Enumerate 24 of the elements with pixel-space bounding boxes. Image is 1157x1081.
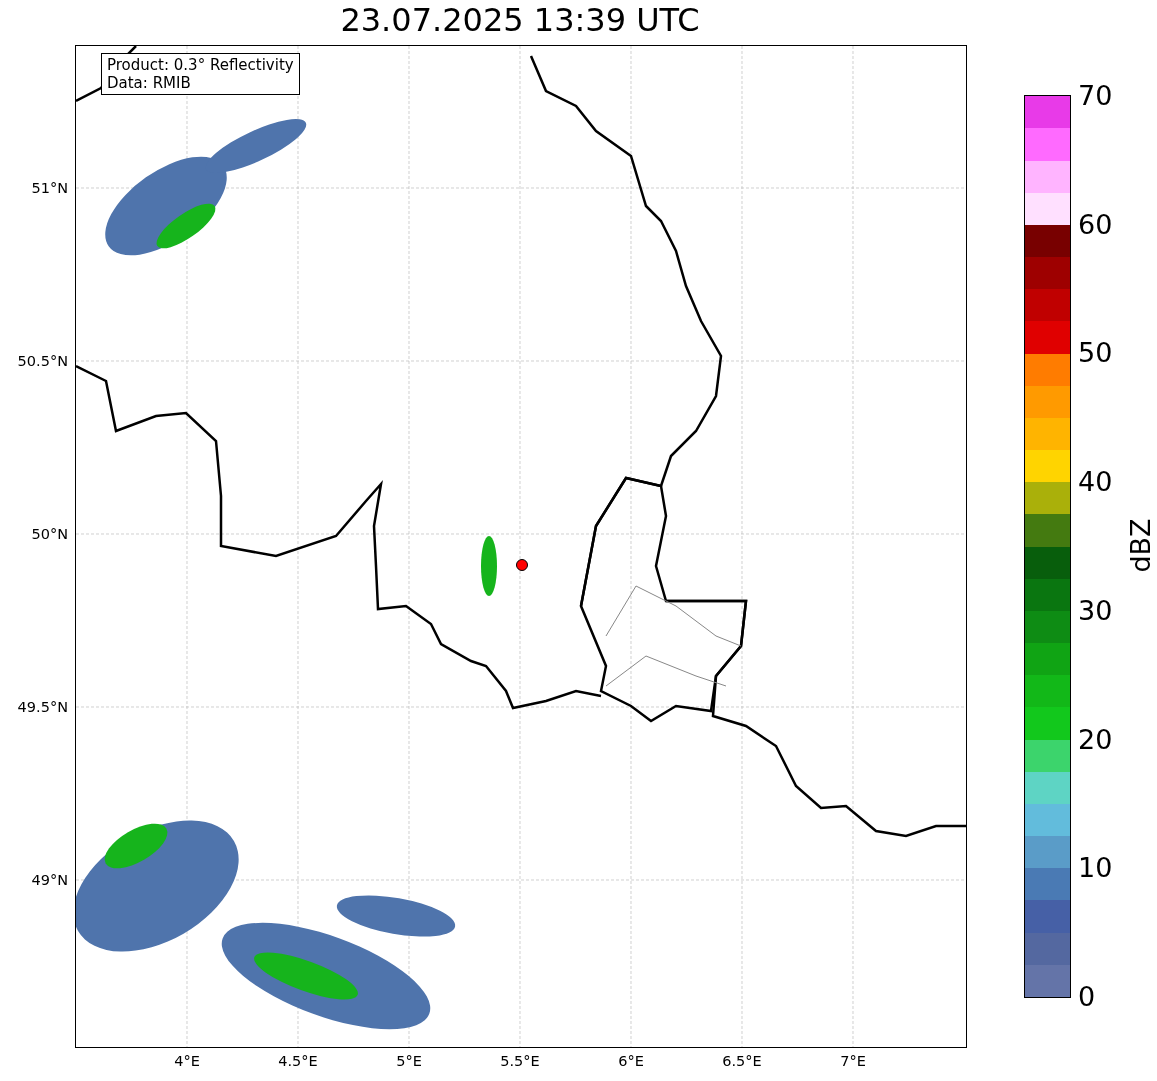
colorbar-label: 10 (1078, 853, 1113, 884)
latitude-label: 49°N (31, 872, 68, 888)
colorbar-unit: dBZ (1124, 518, 1156, 573)
latitude-label: 50°N (31, 526, 68, 542)
longitude-label: 6°E (618, 1053, 644, 1069)
colorbar-label: 30 (1078, 595, 1113, 626)
longitude-label: 7°E (840, 1053, 866, 1069)
longitude-label: 4°E (174, 1053, 200, 1069)
latitude-label: 49.5°N (17, 699, 68, 715)
longitude-label: 5.5°E (500, 1053, 540, 1069)
colorbar-label: 40 (1078, 467, 1113, 498)
colorbar-label: 50 (1078, 338, 1113, 369)
longitude-label: 5°E (396, 1053, 422, 1069)
latitude-label: 51°N (31, 180, 68, 196)
colorbar-label: 0 (1078, 982, 1096, 1012)
longitude-label: 6.5°E (722, 1053, 762, 1069)
colorbar-label: 60 (1078, 209, 1113, 240)
legend-text: Data: RMIB (107, 74, 192, 92)
chart-title: 23.07.2025 13:39 UTC (339, 0, 701, 41)
latitude-label: 50.5°N (17, 353, 68, 369)
colorbar-label: 70 (1078, 81, 1113, 111)
colorbar-label: 20 (1078, 724, 1113, 755)
longitude-label: 4.5°E (278, 1053, 318, 1069)
legend-text: Product: 0.3° Reflectivity (107, 56, 294, 74)
